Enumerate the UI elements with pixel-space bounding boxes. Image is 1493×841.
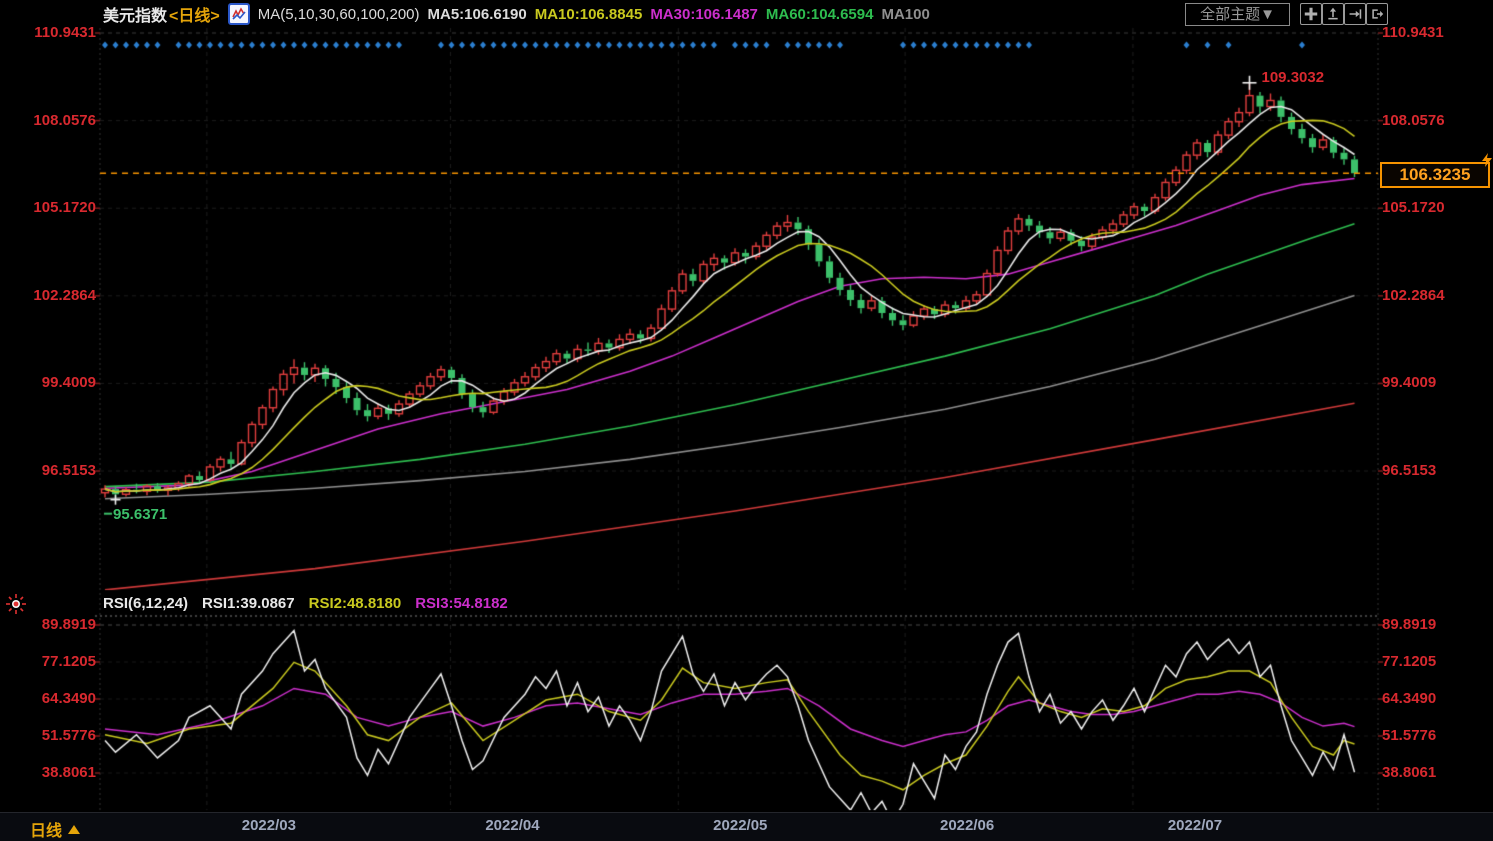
flash-icon: [1481, 153, 1493, 172]
period-tag: <日线>: [169, 2, 220, 26]
rsi-axis-label-left: 77.1205: [0, 653, 96, 670]
period-selector-button[interactable]: 日线: [30, 817, 80, 841]
price-axis-label-left: 108.0576: [0, 112, 96, 129]
crosshair-icon[interactable]: [1300, 3, 1322, 25]
trading-chart-app: 美元指数 <日线> MA(5,10,30,60,100,200) MA5:106…: [0, 0, 1493, 841]
rsi1-value: RSI1:39.0867: [202, 595, 295, 612]
rsi-axis-label-left: 38.8061: [0, 764, 96, 781]
instrument-title: 美元指数: [103, 2, 167, 26]
rsi-params-label: RSI(6,12,24): [103, 595, 188, 612]
price-axis-label-right: 96.5153: [1382, 462, 1436, 479]
chart-plot-area[interactable]: [0, 0, 1493, 841]
collapse-up-icon: [68, 825, 80, 834]
ma-settings-label: MA(5,10,30,60,100,200): [258, 6, 420, 23]
rsi2-value: RSI2:48.8180: [309, 595, 402, 612]
rsi-axis-label-right: 89.8919: [1382, 616, 1436, 633]
price-axis-label-left: 105.1720: [0, 199, 96, 216]
ma60-value: MA60:104.6594: [766, 6, 874, 23]
price-axis-label-right: 108.0576: [1382, 112, 1445, 129]
current-price-badge: 106.3235: [1380, 162, 1490, 188]
export-panel-icon[interactable]: [1366, 3, 1388, 25]
rsi-axis-label-right: 64.3490: [1382, 690, 1436, 707]
rsi-axis-label-right: 77.1205: [1382, 653, 1436, 670]
high-price-annotation: 109.3032: [1262, 69, 1325, 86]
time-axis-month-label: 2022/07: [1168, 817, 1222, 834]
ma30-value: MA30:106.1487: [650, 6, 758, 23]
rsi-axis-label-left: 51.5776: [0, 727, 96, 744]
low-price-annotation: 95.6371: [113, 506, 167, 523]
alert-sun-icon[interactable]: [5, 593, 27, 620]
chart-logo-icon: [228, 3, 250, 25]
price-axis-label-right: 105.1720: [1382, 199, 1445, 216]
price-axis-label-left: 99.4009: [0, 374, 96, 391]
time-axis-month-label: 2022/03: [242, 817, 296, 834]
axis-scale-right-icon[interactable]: [1344, 3, 1366, 25]
time-axis-month-label: 2022/05: [713, 817, 767, 834]
ma100-value: MA100: [881, 6, 929, 23]
time-axis-month-label: 2022/04: [485, 817, 539, 834]
theme-dropdown-button[interactable]: 全部主题▼: [1185, 3, 1290, 26]
period-selector-label: 日线: [30, 817, 62, 841]
rsi-axis-label-left: 64.3490: [0, 690, 96, 707]
price-axis-label-right: 99.4009: [1382, 374, 1436, 391]
ma5-value: MA5:106.6190: [428, 6, 527, 23]
ma10-value: MA10:106.8845: [535, 6, 643, 23]
price-axis-label-left: 102.2864: [0, 287, 96, 304]
price-axis-label-right: 102.2864: [1382, 287, 1445, 304]
rsi3-value: RSI3:54.8182: [415, 595, 508, 612]
chart-header: 美元指数 <日线> MA(5,10,30,60,100,200) MA5:106…: [0, 0, 1493, 28]
axis-scale-up-icon[interactable]: [1322, 3, 1344, 25]
time-axis-month-label: 2022/06: [940, 817, 994, 834]
rsi-axis-label-right: 51.5776: [1382, 727, 1436, 744]
rsi-axis-label-right: 38.8061: [1382, 764, 1436, 781]
price-axis-label-left: 96.5153: [0, 462, 96, 479]
rsi-header: RSI(6,12,24) RSI1:39.0867 RSI2:48.8180 R…: [103, 592, 508, 614]
